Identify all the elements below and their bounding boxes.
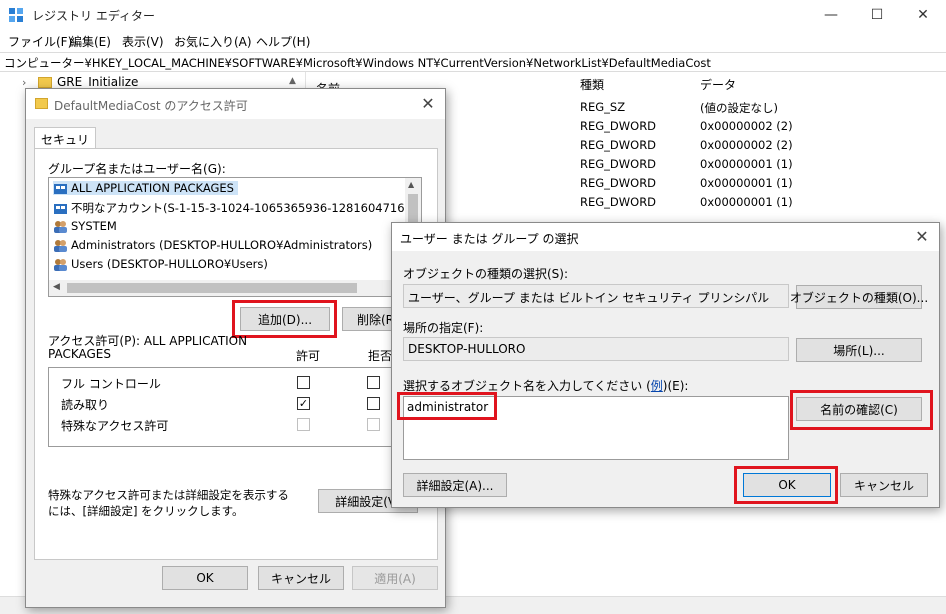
- cancel-button[interactable]: キャンセル: [258, 566, 344, 590]
- deny-checkbox: [367, 418, 380, 431]
- allow-checkbox: [297, 418, 310, 431]
- scroll-up-icon[interactable]: ▲: [408, 180, 414, 189]
- maximize-button[interactable]: ☐: [854, 0, 900, 30]
- highlight-box: [397, 392, 497, 420]
- highlight-box: [790, 390, 933, 430]
- list-item[interactable]: SYSTEM: [53, 219, 117, 233]
- perm-name: 特殊なアクセス許可: [61, 419, 169, 433]
- scroll-thumb[interactable]: [67, 283, 357, 293]
- menu-favorites[interactable]: お気に入り(A): [174, 33, 252, 50]
- deny-header: 拒否: [368, 349, 393, 363]
- window-title: レジストリ エディター: [32, 9, 155, 23]
- list-item[interactable]: Administrators (DESKTOP-HULLORO¥Administ…: [53, 238, 372, 252]
- row-data[interactable]: 0x00000002 (2): [700, 138, 793, 152]
- deny-checkbox[interactable]: [367, 376, 380, 389]
- select-title: ユーザー または グループ の選択: [400, 232, 579, 246]
- object-types-button[interactable]: オブジェクトの種類(O)...: [790, 285, 928, 309]
- row-data[interactable]: 0x00000001 (1): [700, 157, 793, 171]
- address-bar[interactable]: コンピューター¥HKEY_LOCAL_MACHINE¥SOFTWARE¥Micr…: [0, 52, 946, 72]
- advanced-hint: 特殊なアクセス許可または詳細設定を表示する: [48, 488, 289, 502]
- examples-link[interactable]: 例: [651, 379, 663, 393]
- deny-checkbox[interactable]: [367, 397, 380, 410]
- close-icon[interactable]: ✕: [417, 93, 439, 115]
- row-type[interactable]: REG_DWORD: [580, 176, 656, 190]
- menubar: ファイル(F) 編集(E) 表示(V) お気に入り(A) ヘルプ(H): [0, 30, 946, 52]
- tab-security[interactable]: セキュリティ: [34, 127, 96, 164]
- advanced-button[interactable]: 詳細設定(A)...: [403, 473, 507, 497]
- cancel-button[interactable]: キャンセル: [840, 473, 928, 497]
- user-name: Administrators (DESKTOP-HULLORO¥Administ…: [71, 238, 373, 252]
- menu-file[interactable]: ファイル(F): [8, 33, 72, 50]
- location-field: DESKTOP-HULLORO: [403, 337, 789, 361]
- scroll-left-icon[interactable]: ◀: [53, 282, 60, 292]
- main-titlebar: レジストリ エディター — ☐ ✕: [0, 0, 946, 30]
- address-text: コンピューター¥HKEY_LOCAL_MACHINE¥SOFTWARE¥Micr…: [4, 56, 711, 70]
- permission-label-cont: PACKAGES: [48, 347, 111, 361]
- object-name-label-suffix: )(E):: [662, 379, 689, 393]
- allow-checkbox[interactable]: [297, 376, 310, 389]
- permissions-title: DefaultMediaCost のアクセス許可: [54, 99, 248, 113]
- user-name: SYSTEM: [71, 219, 117, 233]
- object-type-field: ユーザー、グループ または ビルトイン セキュリティ プリンシパル: [403, 284, 789, 308]
- scroll-thumb[interactable]: [408, 194, 418, 224]
- user-name: Users (DESKTOP-HULLORO¥Users): [71, 257, 268, 271]
- object-name-label-text: 選択するオブジェクト名を入力してください (: [403, 379, 651, 393]
- permissions-titlebar: DefaultMediaCost のアクセス許可 ✕: [26, 89, 445, 119]
- list-item[interactable]: 不明なアカウント(S-1-15-3-1024-1065365936-128160…: [53, 200, 422, 216]
- row-type[interactable]: REG_SZ: [580, 100, 625, 114]
- menu-view[interactable]: 表示(V): [122, 33, 164, 50]
- row-data[interactable]: 0x00000001 (1): [700, 176, 793, 190]
- packages-icon: [53, 182, 68, 195]
- menu-edit[interactable]: 編集(E): [70, 33, 111, 50]
- permissions-dialog: DefaultMediaCost のアクセス許可 ✕ セキュリティ グループ名ま…: [25, 88, 448, 608]
- row-data[interactable]: (値の設定なし): [700, 100, 778, 116]
- minimize-button[interactable]: —: [808, 0, 854, 30]
- perm-name: フル コントロール: [61, 377, 161, 391]
- location-label: 場所の指定(F):: [403, 321, 484, 335]
- user-listbox[interactable]: ALL APPLICATION PACKAGES 不明なアカウント(S-1-15…: [48, 177, 422, 297]
- highlight-box: [734, 466, 838, 504]
- highlight-box: [232, 300, 337, 338]
- list-item[interactable]: ALL APPLICATION PACKAGES: [53, 181, 238, 195]
- row-type[interactable]: REG_DWORD: [580, 119, 656, 133]
- row-data[interactable]: 0x00000001 (1): [700, 195, 793, 209]
- users-icon: [53, 258, 68, 271]
- tree-item[interactable]: GRE_Initialize: [57, 75, 138, 89]
- list-item[interactable]: Users (DESKTOP-HULLORO¥Users): [53, 257, 268, 271]
- folder-icon: [35, 98, 48, 109]
- close-icon[interactable]: ✕: [911, 226, 933, 248]
- user-name: 不明なアカウント(S-1-15-3-1024-1065365936-128160…: [71, 201, 422, 215]
- column-type[interactable]: 種類: [580, 76, 604, 93]
- user-name: ALL APPLICATION PACKAGES: [71, 181, 234, 195]
- row-type[interactable]: REG_DWORD: [580, 195, 656, 209]
- select-titlebar: ユーザー または グループ の選択 ✕: [392, 223, 939, 251]
- menu-help[interactable]: ヘルプ(H): [256, 33, 310, 50]
- allow-checkbox[interactable]: ✓: [297, 397, 310, 410]
- perm-name: 読み取り: [61, 398, 110, 412]
- users-icon: [53, 220, 68, 233]
- scroll-up-icon[interactable]: ▲: [289, 76, 296, 86]
- users-icon: [53, 239, 68, 252]
- ok-button[interactable]: OK: [162, 566, 248, 590]
- horizontal-scrollbar[interactable]: ◀ ▶: [49, 280, 421, 296]
- select-user-dialog: ユーザー または グループ の選択 ✕ オブジェクトの種類の選択(S): ユーザ…: [391, 222, 940, 508]
- allow-header: 許可: [296, 349, 321, 363]
- advanced-hint-cont: には、[詳細設定] をクリックします。: [48, 504, 244, 518]
- apply-button: 適用(A): [352, 566, 438, 590]
- row-data[interactable]: 0x00000002 (2): [700, 119, 793, 133]
- object-type-label: オブジェクトの種類の選択(S):: [403, 267, 569, 281]
- close-button[interactable]: ✕: [900, 0, 946, 30]
- row-type[interactable]: REG_DWORD: [580, 138, 656, 152]
- registry-editor-icon: [9, 8, 23, 22]
- group-label: グループ名またはユーザー名(G):: [48, 162, 226, 176]
- folder-icon: [38, 77, 52, 88]
- column-data[interactable]: データ: [700, 76, 736, 93]
- packages-icon: [53, 202, 68, 215]
- locations-button[interactable]: 場所(L)...: [796, 338, 922, 362]
- row-type[interactable]: REG_DWORD: [580, 157, 656, 171]
- permission-list: フル コントロール 読み取り ✓ 特殊なアクセス許可: [48, 367, 448, 447]
